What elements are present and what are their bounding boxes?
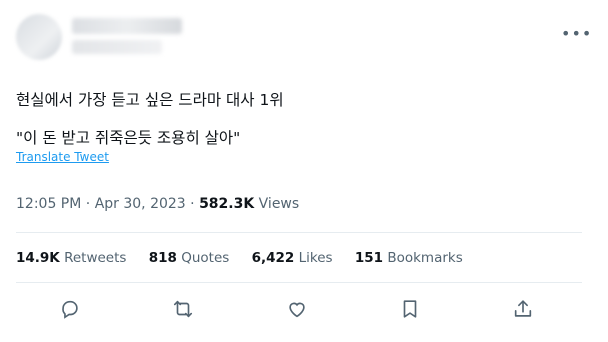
tweet-stats: 14.9K Retweets 818 Quotes 6,422 Likes 15… xyxy=(16,250,481,266)
author-avatar[interactable] xyxy=(16,14,62,60)
retweets-label: Retweets xyxy=(64,250,127,266)
bookmarks-count: 151 xyxy=(354,250,384,266)
views-count: 582.3K xyxy=(199,196,255,212)
retweet-icon[interactable] xyxy=(170,296,196,322)
retweets-count: 14.9K xyxy=(16,250,60,266)
retweets-stat[interactable]: 14.9K Retweets xyxy=(16,250,126,266)
action-bar xyxy=(0,296,608,324)
tweet-date[interactable]: Apr 30, 2023 xyxy=(95,196,186,212)
bookmarks-stat[interactable]: 151 Bookmarks xyxy=(355,250,463,266)
translate-tweet-link[interactable]: Translate Tweet xyxy=(16,150,109,164)
reply-icon[interactable] xyxy=(57,296,83,322)
author-name-blurred[interactable] xyxy=(72,18,182,34)
divider-bottom xyxy=(16,282,582,283)
tweet-text-line1: 현실에서 가장 듣고 싶은 드라마 대사 1위 xyxy=(16,91,284,109)
bookmarks-label: Bookmarks xyxy=(387,250,463,266)
likes-count: 6,422 xyxy=(251,250,295,266)
quotes-stat[interactable]: 818 Quotes xyxy=(149,250,230,266)
bookmark-icon[interactable] xyxy=(397,296,423,322)
share-icon[interactable] xyxy=(510,296,536,322)
quotes-count: 818 xyxy=(148,250,177,266)
views-label: Views xyxy=(258,196,300,212)
tweet-text-line2: "이 돈 받고 쥐죽은듯 조용히 살아" xyxy=(16,129,241,147)
tweet-time[interactable]: 12:05 PM xyxy=(16,196,81,212)
meta-separator-2: · xyxy=(190,196,195,212)
tweet-meta: 12:05 PM · Apr 30, 2023 · 582.3K Views xyxy=(16,196,299,212)
author-handle-blurred[interactable] xyxy=(72,40,162,54)
meta-separator: · xyxy=(85,196,91,212)
quotes-label: Quotes xyxy=(181,250,230,266)
likes-label: Likes xyxy=(298,250,333,266)
more-icon[interactable]: ••• xyxy=(561,26,592,42)
like-icon[interactable] xyxy=(284,296,310,322)
likes-stat[interactable]: 6,422 Likes xyxy=(252,250,333,266)
divider-top xyxy=(16,232,582,233)
